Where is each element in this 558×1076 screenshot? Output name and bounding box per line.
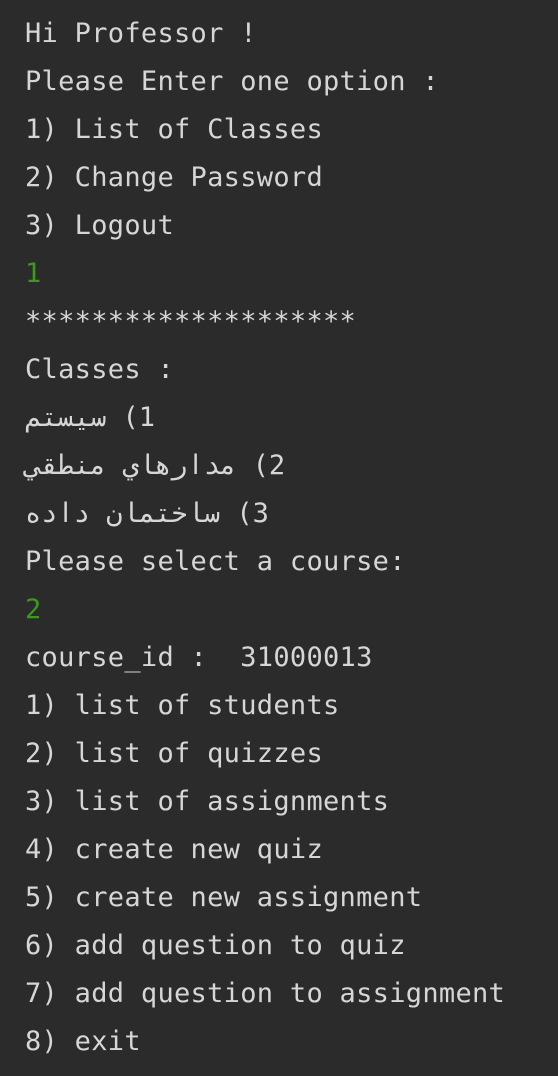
course-menu-option: 1) list of students [25, 690, 340, 721]
prompt-line: Please Enter one option : [25, 66, 439, 97]
menu-option-change-password: 2) Change Password [25, 162, 323, 193]
class-item: 2) مدارهاي منطقي [25, 450, 286, 481]
class-item: 3) ساختمان داده [25, 498, 269, 529]
classes-heading: Classes : [25, 354, 174, 385]
course-menu-option: 4) create new quiz [25, 834, 323, 865]
course-menu-option: 3) list of assignments [25, 786, 390, 817]
user-input-line: 1 [25, 258, 42, 289]
course-menu-option: 8) exit [25, 1026, 141, 1057]
course-menu-option: 7) add question to assignment [25, 978, 506, 1009]
menu-option-logout: 3) Logout [25, 210, 174, 241]
user-input-line: 2 [25, 594, 42, 625]
course-id-line: course_id : 31000013 [25, 642, 373, 673]
course-menu-option: 2) list of quizzes [25, 738, 323, 769]
class-item: 1) سیستم [25, 402, 156, 433]
menu-option-list-classes: 1) List of Classes [25, 114, 323, 145]
console-output: Hi Professor ! Please Enter one option :… [0, 0, 558, 1076]
select-course-prompt: Please select a course: [25, 546, 406, 577]
course-menu-option: 6) add question to quiz [25, 930, 406, 961]
separator-line: ******************** [25, 306, 357, 337]
greeting-line: Hi Professor ! [25, 18, 257, 49]
course-menu-option: 5) create new assignment [25, 882, 423, 913]
